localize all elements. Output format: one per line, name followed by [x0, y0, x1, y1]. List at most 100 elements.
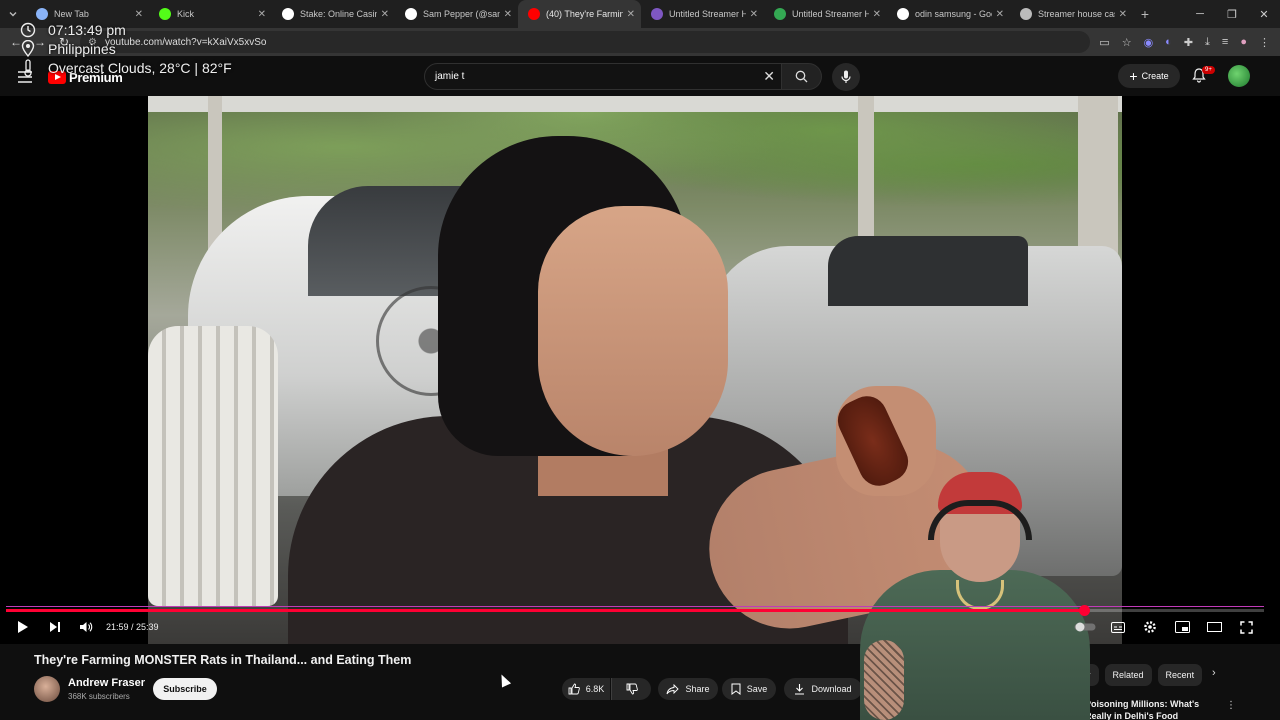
fullscreen-button[interactable]	[1237, 618, 1255, 636]
progress-fill	[6, 609, 1085, 612]
close-tab-icon[interactable]: ✕	[504, 9, 512, 20]
bookmark-star-icon[interactable]: ☆	[1122, 36, 1132, 49]
browser-tab[interactable]: Untitled Streamer Ho ✕	[641, 0, 764, 28]
subscribe-button[interactable]: Subscribe	[153, 678, 217, 700]
tab-title: Streamer house cast	[1038, 9, 1115, 19]
close-tab-icon[interactable]: ✕	[627, 9, 635, 20]
kick-icon	[159, 8, 171, 20]
close-tab-icon[interactable]: ✕	[258, 9, 266, 20]
time-display: 21:59 / 25:39	[106, 622, 159, 632]
tab-title: New Tab	[54, 9, 89, 19]
account-avatar[interactable]	[1228, 65, 1250, 87]
stream-info-overlay: 07:13:49 pm Philippines Overcast Clouds,…	[18, 20, 232, 77]
thumbs-down-icon	[626, 683, 638, 695]
close-tab-icon[interactable]: ✕	[750, 9, 758, 20]
window-controls: ─ ❐ ✕	[1184, 0, 1280, 28]
chapter-line	[6, 606, 1264, 607]
close-tab-icon[interactable]: ✕	[1119, 9, 1127, 20]
channel-name[interactable]: Andrew Fraser	[68, 677, 145, 689]
share-label: Share	[685, 684, 710, 694]
clear-search-icon[interactable]: ✕	[763, 68, 775, 85]
browser-tab[interactable]: odin samsung - Goo ✕	[887, 0, 1010, 28]
plus-icon: +	[1129, 68, 1138, 84]
close-tab-icon[interactable]: ✕	[996, 9, 1004, 20]
close-tab-icon[interactable]: ✕	[135, 9, 143, 20]
volume-icon	[80, 622, 93, 632]
globe-icon	[1020, 8, 1032, 20]
subtitles-button[interactable]	[1109, 618, 1127, 636]
play-button[interactable]	[14, 618, 32, 636]
channel-avatar[interactable]	[34, 676, 60, 702]
chip-recently-uploaded[interactable]: Recent	[1157, 664, 1203, 686]
minimize-icon[interactable]: ─	[1184, 8, 1216, 20]
progress-bar[interactable]	[6, 605, 1264, 616]
tab-title: Kick	[177, 9, 195, 19]
location-pin-icon	[18, 39, 38, 59]
share-icon	[667, 683, 680, 694]
download-arrow-icon	[795, 684, 805, 695]
chip-related[interactable]: Related	[1104, 664, 1152, 686]
menu-icon[interactable]: ⋮	[1259, 36, 1270, 49]
cast-icon[interactable]: ▭	[1099, 36, 1109, 49]
save-button[interactable]: Save	[722, 678, 776, 700]
volume-button[interactable]	[77, 618, 95, 636]
stake-icon	[282, 8, 294, 20]
tab-title: Stake: Online Casino	[300, 9, 377, 19]
extension-2-icon[interactable]: ◐	[1165, 36, 1172, 48]
fullscreen-icon	[1239, 620, 1253, 634]
google-icon	[897, 8, 909, 20]
notification-badge: 9+	[1202, 66, 1215, 74]
share-button[interactable]: Share	[658, 678, 718, 700]
browser-tab[interactable]: Stake: Online Casino ✕	[272, 0, 395, 28]
create-label: Create	[1141, 71, 1169, 81]
create-button[interactable]: + Create	[1118, 64, 1180, 88]
thumbs-up-icon	[568, 683, 580, 695]
recommended-title[interactable]: Poisoning Millions: What's Really in Del…	[1085, 698, 1210, 720]
miniplayer-button[interactable]	[1173, 618, 1191, 636]
video-scene-roof	[148, 96, 1122, 112]
next-button[interactable]	[46, 618, 64, 636]
browser-tab[interactable]: Sam Pepper (@samp ✕	[395, 0, 518, 28]
webcam-tattoo-arm	[864, 640, 904, 720]
extensions-puzzle-icon[interactable]: ✚	[1184, 36, 1193, 49]
forms-icon	[651, 8, 663, 20]
sheets-icon	[774, 8, 786, 20]
extension-icon[interactable]: ◉	[1144, 36, 1154, 49]
search-input[interactable]: jamie t ✕	[424, 63, 782, 90]
dislike-button[interactable]	[611, 678, 651, 700]
tab-search-icon[interactable]: ≡	[1222, 36, 1228, 48]
theater-mode-button[interactable]	[1205, 618, 1223, 636]
subtitles-icon	[1111, 621, 1125, 633]
globe-icon	[36, 8, 48, 20]
toolbar-icons: ▭ ☆ ◉ ◐ ✚ ⤓ ≡ ● ⋮	[1099, 28, 1270, 56]
overlay-time: 07:13:49 pm	[48, 21, 126, 38]
settings-button[interactable]	[1141, 618, 1159, 636]
download-icon[interactable]: ⤓	[1205, 36, 1210, 49]
close-window-icon[interactable]: ✕	[1248, 8, 1280, 21]
voice-search-button[interactable]	[832, 63, 860, 91]
search-icon	[795, 70, 808, 83]
gear-icon	[1144, 621, 1156, 633]
close-tab-icon[interactable]: ✕	[873, 9, 881, 20]
like-button[interactable]: 6.8K	[562, 678, 610, 700]
more-options-icon[interactable]: ⋮	[1226, 700, 1236, 711]
video-scene-chair	[148, 326, 278, 606]
restore-icon[interactable]: ❐	[1216, 8, 1248, 21]
browser-tab[interactable]: Streamer house cast ✕	[1010, 0, 1133, 28]
close-tab-icon[interactable]: ✕	[381, 9, 389, 20]
browser-tab[interactable]: (40) They're Farming ✕	[518, 0, 641, 28]
youtube-icon	[528, 8, 540, 20]
download-button[interactable]: Download	[784, 678, 862, 700]
profile-icon[interactable]: ●	[1240, 36, 1247, 48]
clock-icon	[18, 20, 38, 40]
search-button[interactable]	[782, 63, 822, 90]
new-tab-button[interactable]: +	[1133, 6, 1157, 22]
subscriber-count: 368K subscribers	[68, 692, 130, 701]
download-label: Download	[811, 684, 852, 694]
chevron-down-icon	[9, 12, 17, 17]
overlay-weather: Overcast Clouds, 28°C | 82°F	[48, 59, 232, 76]
overlay-location: Philippines	[48, 40, 116, 57]
chips-next-arrow-icon[interactable]: ›	[1212, 667, 1216, 679]
browser-tab[interactable]: Untitled Streamer Ho ✕	[764, 0, 887, 28]
autoplay-toggle[interactable]	[1074, 618, 1096, 636]
